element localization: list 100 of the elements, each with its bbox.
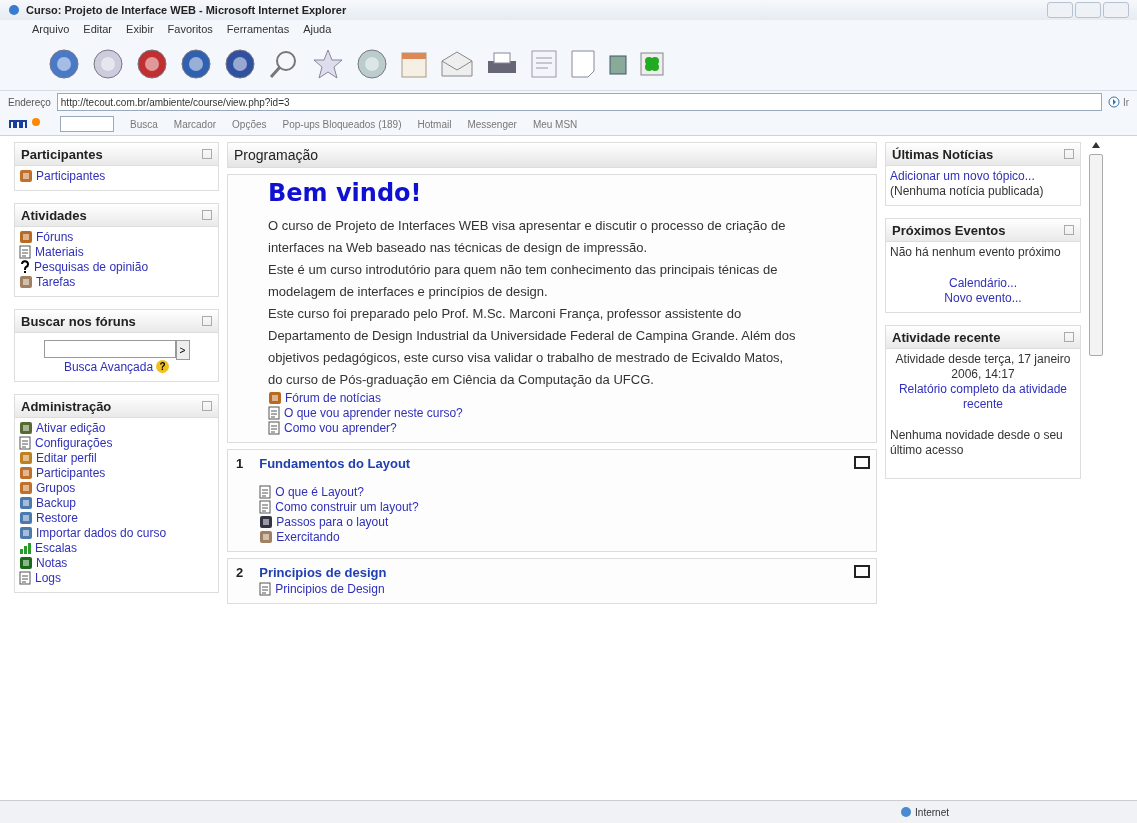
no-events-text: Não há nenhum evento próximo bbox=[890, 245, 1062, 260]
block-title: Administração bbox=[21, 398, 112, 414]
item-link[interactable]: Backup bbox=[19, 496, 214, 511]
address-field[interactable]: http://tecout.com.br/ambiente/course/view.php?id=3 bbox=[56, 93, 1102, 111]
item-link[interactable]: Fóruns bbox=[19, 230, 214, 245]
item-link[interactable]: Restore bbox=[19, 511, 214, 526]
go-button[interactable]: Ir bbox=[1107, 96, 1129, 108]
collapse-icon[interactable] bbox=[202, 210, 212, 220]
module-icon bbox=[19, 481, 33, 495]
block-title: Atividades bbox=[21, 207, 87, 223]
collapse-icon[interactable] bbox=[1064, 225, 1074, 235]
menu-item[interactable]: Ajuda bbox=[303, 23, 332, 35]
collapse-icon[interactable] bbox=[1064, 332, 1074, 342]
module-icon bbox=[19, 169, 33, 183]
msn-toolbar-item[interactable]: Marcador bbox=[173, 118, 217, 130]
item-link[interactable]: Participantes bbox=[19, 169, 214, 184]
item-link[interactable]: O que é Layout? bbox=[259, 485, 838, 500]
msn-dropdown[interactable] bbox=[60, 116, 114, 132]
intro-paragraph: Este curso foi preparado pelo Prof. M.Sc. Marconi França, professor assistente do Departamento de Design Industrial da Universidade Federal de Campina Grande. Além dos objetivos pedagógicos, este curso visa validar o trabalho de mestrado de Ecivaldo Matos, do curso de Pós-graduação em Ciência da Computação da UFCG. bbox=[268, 305, 797, 389]
module-icon bbox=[19, 526, 33, 540]
document-icon bbox=[19, 436, 32, 450]
module-icon bbox=[19, 451, 33, 465]
search-field[interactable] bbox=[43, 340, 176, 358]
scroll-up-icon[interactable] bbox=[1092, 142, 1100, 148]
module-icon bbox=[259, 530, 274, 544]
highlight-toggle-icon[interactable] bbox=[854, 565, 870, 578]
item-link[interactable]: Logs bbox=[19, 571, 214, 586]
item-link[interactable]: Configurações bbox=[19, 436, 214, 451]
menu-item[interactable]: Editar bbox=[83, 23, 113, 35]
msn-toolbar-item[interactable]: Opções bbox=[232, 118, 267, 130]
collapse-icon[interactable] bbox=[1064, 149, 1074, 159]
module-icon bbox=[268, 391, 282, 405]
module-icon bbox=[19, 275, 33, 289]
document-icon bbox=[259, 485, 273, 499]
clover-icon[interactable] bbox=[640, 52, 664, 76]
item-link[interactable]: Fórum de notícias bbox=[268, 391, 870, 406]
add-topic-link[interactable]: Adicionar um novo tópico... bbox=[890, 169, 1076, 184]
activity-report-link[interactable]: Relatório completo da atividade recente bbox=[890, 382, 1076, 412]
highlight-toggle-icon[interactable] bbox=[854, 456, 870, 469]
collapse-icon[interactable] bbox=[202, 316, 212, 326]
msn-toolbar-item[interactable]: Hotmail bbox=[417, 118, 452, 130]
section-header: Programação bbox=[227, 142, 877, 168]
star-icon[interactable] bbox=[312, 48, 344, 80]
advanced-search-link[interactable]: Busca Avançada ? bbox=[19, 360, 214, 375]
block-title: Atividade recente bbox=[892, 329, 1001, 345]
module-icon bbox=[19, 496, 33, 510]
menu-item[interactable]: Exibir bbox=[126, 23, 154, 35]
item-link[interactable]: Tarefas bbox=[19, 275, 214, 290]
module-icon bbox=[19, 230, 33, 244]
topic-number: 1 bbox=[236, 456, 244, 473]
module-icon bbox=[19, 556, 33, 570]
document-icon[interactable] bbox=[530, 49, 558, 79]
note-icon[interactable] bbox=[570, 49, 596, 79]
item-link[interactable]: Escalas bbox=[19, 541, 214, 556]
security-zone: Internet bbox=[900, 806, 949, 818]
item-link[interactable]: Passos para o layout bbox=[259, 515, 838, 530]
event-link[interactable]: Calendário... bbox=[890, 276, 1076, 291]
item-link[interactable]: Importar dados do curso bbox=[19, 526, 214, 541]
msn-toolbar-item[interactable]: Busca bbox=[130, 118, 158, 130]
collapse-icon[interactable] bbox=[202, 149, 212, 159]
block-title: Próximos Eventos bbox=[892, 222, 1006, 238]
menu-item[interactable]: Ferramentas bbox=[226, 23, 290, 35]
msn-toolbar-item[interactable]: Messenger bbox=[467, 118, 517, 130]
item-link[interactable]: Como vou aprender? bbox=[268, 421, 870, 436]
event-link[interactable]: Novo evento... bbox=[890, 291, 1076, 306]
module-icon bbox=[259, 515, 274, 529]
close-button[interactable] bbox=[1103, 2, 1129, 18]
item-link[interactable]: Principios de Design bbox=[259, 582, 838, 597]
mail-icon[interactable] bbox=[440, 49, 474, 79]
item-link[interactable]: Ativar edição bbox=[19, 421, 214, 436]
document-icon bbox=[259, 582, 273, 596]
document-icon bbox=[268, 406, 281, 420]
block-title: Participantes bbox=[21, 146, 103, 162]
item-link[interactable]: Como construir um layout? bbox=[259, 500, 838, 515]
item-link[interactable]: Pesquisas de opinião bbox=[19, 260, 214, 275]
menu-item[interactable]: Favoritos bbox=[167, 23, 213, 35]
item-link[interactable]: O que vou aprender neste curso? bbox=[268, 406, 870, 421]
topic-title: Fundamentos do Layout bbox=[259, 456, 412, 471]
maximize-button[interactable] bbox=[1075, 2, 1101, 18]
empty-news-text: (Nenhuma notícia publicada) bbox=[890, 184, 1045, 199]
help-icon[interactable]: ? bbox=[156, 360, 170, 373]
no-news-text: Nenhuma novidade desde o seu último acesso bbox=[890, 428, 1064, 458]
item-link[interactable]: Exercitando bbox=[259, 530, 838, 545]
item-link[interactable]: Editar perfil bbox=[19, 451, 214, 466]
item-link[interactable]: Notas bbox=[19, 556, 214, 571]
item-link[interactable]: Materiais bbox=[19, 245, 214, 260]
item-link[interactable]: Grupos bbox=[19, 481, 214, 496]
welcome-heading: Bem vindo! bbox=[268, 179, 423, 207]
window-title: Curso: Projeto de Interface WEB - Microsoft Internet Explorer bbox=[26, 4, 347, 16]
module-icon bbox=[19, 421, 33, 435]
msn-toolbar-item[interactable]: Meu MSN bbox=[532, 118, 578, 130]
minimize-button[interactable] bbox=[1047, 2, 1073, 18]
module-icon bbox=[19, 466, 33, 480]
msn-toolbar-item[interactable]: Pop-ups Bloqueados (189) bbox=[282, 118, 402, 130]
calendar-icon[interactable] bbox=[400, 49, 428, 79]
block-title: Buscar nos fóruns bbox=[21, 313, 136, 329]
item-link[interactable]: Participantes bbox=[19, 466, 214, 481]
document-icon bbox=[259, 500, 273, 514]
collapse-icon[interactable] bbox=[202, 401, 212, 411]
menu-item[interactable]: Arquivo bbox=[32, 23, 70, 35]
